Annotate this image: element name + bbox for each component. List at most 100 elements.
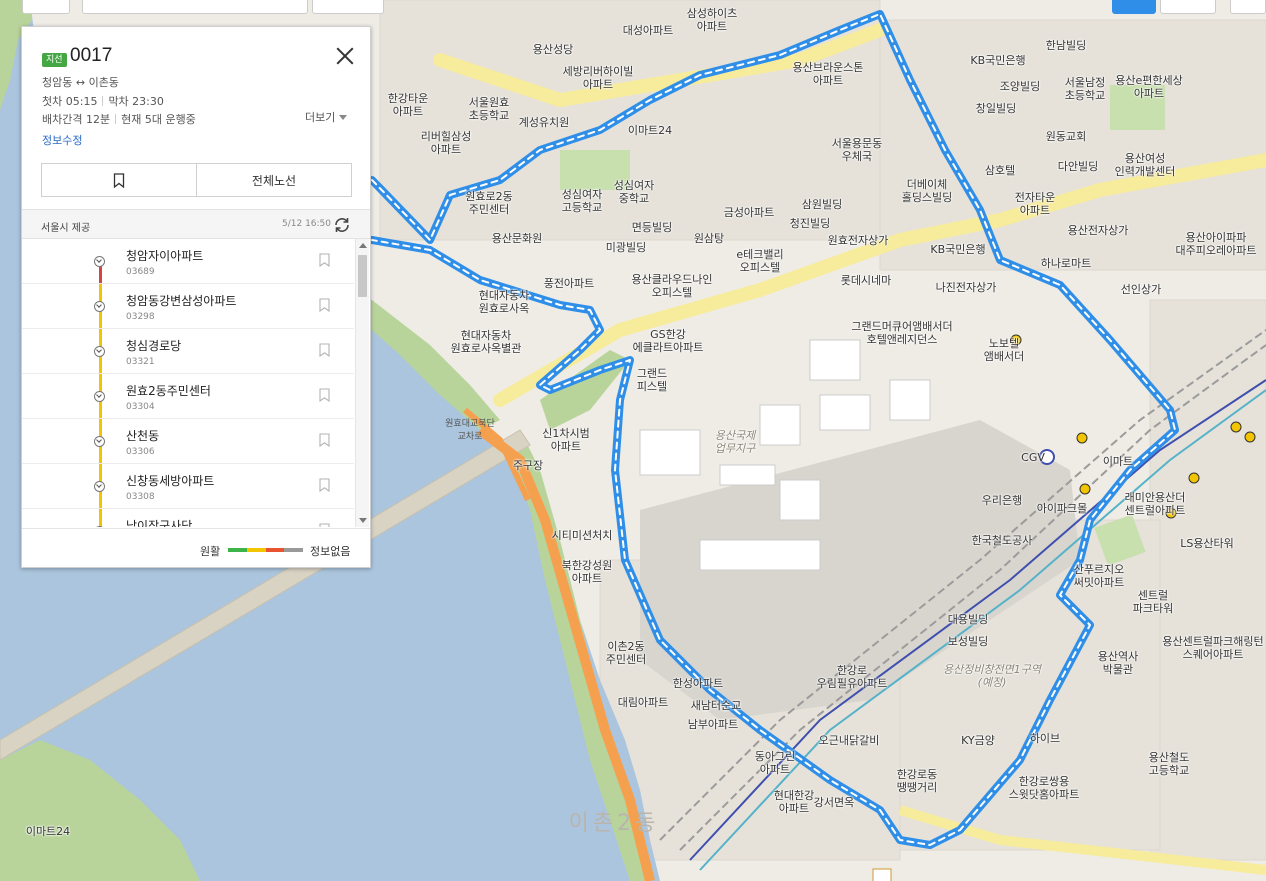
bookmark-icon[interactable]: [319, 478, 330, 492]
map-poi-label[interactable]: 새남터순교: [691, 699, 742, 712]
weather-widget[interactable]: [312, 0, 384, 14]
map-poi-label[interactable]: 원동교회: [1046, 130, 1086, 143]
map-tool-button[interactable]: [1160, 0, 1216, 14]
map-poi-label[interactable]: 한남빌딩: [1046, 39, 1086, 52]
map-poi-label[interactable]: 전자타운 아파트: [1015, 191, 1055, 217]
map-poi-label[interactable]: 노보텔 앰배서더: [984, 337, 1024, 363]
map-poi-label[interactable]: 북한강성원 아파트: [562, 559, 613, 585]
map-poi-label[interactable]: 한강로 우림필유아파트: [817, 664, 888, 690]
map-poi-label[interactable]: 용산센트럴파크해링턴 스퀘어아파트: [1162, 635, 1263, 661]
edit-info-link[interactable]: 정보수정: [42, 132, 82, 148]
map-poi-label[interactable]: 더베이체 홀딩스빌딩: [902, 178, 953, 204]
map-poi-label[interactable]: 세방리버하이빌 아파트: [563, 65, 634, 91]
stop-item[interactable]: 청심경로당 03321: [22, 329, 354, 374]
map-poi-label[interactable]: 래미안용산더 센트럴아파트: [1125, 491, 1186, 517]
map-poi-label[interactable]: 우리은행: [982, 494, 1022, 507]
map-poi-label[interactable]: 금성아파트: [724, 206, 775, 219]
map-poi-label[interactable]: 원효로2동 주민센터: [465, 190, 512, 216]
map-poi-label[interactable]: 대림아파트: [618, 696, 669, 709]
stop-item[interactable]: 원효2동주민센터 03304: [22, 374, 354, 419]
map-poi-label[interactable]: 원삼탕: [694, 232, 724, 245]
map-poi-label[interactable]: 용산브라운스톤 아파트: [793, 61, 864, 87]
map-poi-label[interactable]: 남부아파트: [688, 718, 739, 731]
bookmark-button[interactable]: [42, 164, 197, 196]
map-search-box[interactable]: [82, 0, 308, 14]
map-poi-label[interactable]: 원효대교북단 교차로: [445, 418, 495, 444]
map-poi-label[interactable]: 현대한강 아파트: [774, 789, 814, 815]
stop-item[interactable]: 남이장군사당: [22, 509, 354, 527]
map-poi-label[interactable]: 서울남정 초등학교: [1065, 76, 1105, 102]
bookmark-icon[interactable]: [319, 253, 330, 267]
bookmark-icon[interactable]: [319, 433, 330, 447]
map-poi-label[interactable]: 용산성당: [533, 43, 573, 56]
map-poi-label[interactable]: 시티미션처치: [552, 529, 613, 542]
map-poi-label[interactable]: 풍전아파트: [544, 277, 595, 290]
refresh-icon[interactable]: [332, 215, 352, 235]
map-user-button[interactable]: [1230, 0, 1266, 14]
map-poi-label[interactable]: 현대자동차 원효로사옥별관: [451, 329, 522, 355]
more-button[interactable]: 더보기: [305, 109, 347, 125]
map-poi-label[interactable]: 그랜드머큐어앰배서더 호텔앤레지던스: [851, 320, 952, 346]
scroll-up-arrow[interactable]: [359, 243, 367, 248]
map-poi-label[interactable]: 주구장: [513, 459, 543, 472]
map-poi-label[interactable]: 용산클라우드나인 오피스텔: [632, 273, 713, 299]
map-poi-label[interactable]: 그랜드 피스텔: [637, 367, 667, 393]
map-poi-label[interactable]: 이촌2동 주민센터: [606, 640, 646, 666]
map-poi-label[interactable]: 한강타운 아파트: [388, 92, 428, 118]
map-poi-label[interactable]: 한성아파트: [673, 677, 724, 690]
bookmark-icon[interactable]: [319, 343, 330, 357]
stop-item[interactable]: 청암자이아파트 03689: [22, 239, 354, 284]
map-poi-label[interactable]: 나진전자상가: [936, 281, 997, 294]
map-poi-label[interactable]: KY금양: [961, 734, 995, 747]
stop-list-scrollbar[interactable]: [355, 239, 369, 527]
map-poi-label[interactable]: 오근내닭갈비: [819, 734, 880, 747]
map-poi-label[interactable]: KB국민은행: [970, 54, 1025, 67]
map-poi-label[interactable]: 대성아파트: [623, 24, 674, 37]
map-poi-label[interactable]: 동아그린 아파트: [755, 750, 795, 776]
map-poi-label[interactable]: CGV: [1021, 451, 1045, 464]
map-poi-label[interactable]: 하이브: [1030, 732, 1060, 745]
map-poi-label[interactable]: 성심여자 중학교: [614, 179, 654, 205]
map-poi-label[interactable]: 용산여성 인력개발센터: [1115, 152, 1176, 178]
map-poi-label[interactable]: 대용빌딩: [948, 613, 988, 626]
map-poi-label[interactable]: 용산정비창전면1구역 (예정): [943, 663, 1041, 689]
map-poi-label[interactable]: GS한강 에클라트아파트: [633, 328, 704, 354]
map-poi-label[interactable]: 미광빌딩: [606, 241, 646, 254]
map-poi-label[interactable]: 롯데시네마: [841, 274, 892, 287]
map-poi-label[interactable]: 용산e편한세상 아파트: [1115, 74, 1183, 100]
map-poi-label[interactable]: 용산역사 박물관: [1098, 650, 1138, 676]
map-poi-label[interactable]: KB국민은행: [930, 243, 985, 256]
map-poi-label[interactable]: 청진빌딩: [790, 217, 830, 230]
stop-item[interactable]: 청암동강변삼성아파트 03298: [22, 284, 354, 329]
map-poi-label[interactable]: 선인상가: [1121, 283, 1161, 296]
map-poi-label[interactable]: 용산아이파파 대주피오레아파트: [1176, 231, 1257, 257]
map-control-left[interactable]: [22, 0, 70, 14]
map-poi-label[interactable]: 아이파크몰: [1037, 502, 1088, 515]
map-poi-label[interactable]: 원효전자상가: [828, 234, 889, 247]
map-poi-label[interactable]: 이마트: [1103, 455, 1133, 468]
map-poi-label[interactable]: 한국철도공사: [972, 534, 1033, 547]
map-poi-label[interactable]: 계성유치원: [519, 116, 570, 129]
map-poi-label[interactable]: 산푸르지오 써밋아파트: [1074, 563, 1125, 589]
map-poi-label[interactable]: 리버힐삼성 아파트: [421, 130, 472, 156]
map-poi-label[interactable]: 서울원효 초등학교: [469, 96, 509, 122]
map-mode-button[interactable]: [1112, 0, 1156, 14]
bookmark-icon[interactable]: [319, 388, 330, 402]
bookmark-icon[interactable]: [319, 298, 330, 312]
map-poi-label[interactable]: 삼원빌딩: [802, 198, 842, 211]
map-poi-label[interactable]: 용산국제 업무지구: [715, 429, 755, 455]
map-poi-label[interactable]: 이마트24: [628, 124, 672, 137]
map-poi-label[interactable]: 하나로마트: [1041, 257, 1092, 270]
map-poi-label[interactable]: 용산철도 고등학교: [1149, 751, 1189, 777]
map-poi-label[interactable]: 조양빌딩: [1000, 80, 1040, 93]
bookmark-icon[interactable]: [319, 523, 330, 527]
map-poi-label[interactable]: LS용산타워: [1180, 537, 1234, 550]
scroll-thumb[interactable]: [358, 255, 367, 297]
map-poi-label[interactable]: 서울용문동 우체국: [832, 137, 883, 163]
stop-item[interactable]: 산천동 03306: [22, 419, 354, 464]
stop-item[interactable]: 신창동세방아파트 03308: [22, 464, 354, 509]
map-poi-label[interactable]: 한강로쌍용 스윗닷홈아파트: [1009, 775, 1080, 801]
map-poi-label[interactable]: 삼성하이츠 아파트: [687, 7, 738, 33]
map-poi-label[interactable]: 센트럴 파크타워: [1133, 589, 1173, 615]
map-poi-label[interactable]: 다안빌딩: [1058, 160, 1098, 173]
